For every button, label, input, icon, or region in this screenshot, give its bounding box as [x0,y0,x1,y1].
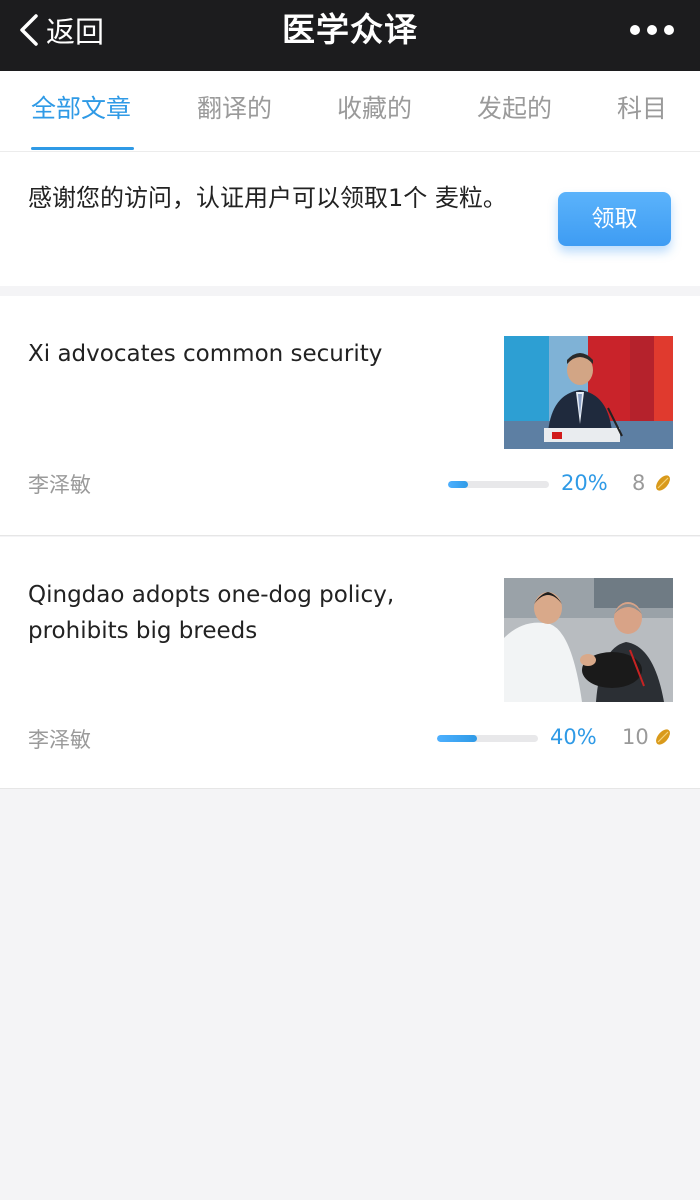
progress-percent: 20% [561,471,608,495]
tab-favorites[interactable]: 收藏的 [337,71,412,152]
wheat-grain-icon [656,475,670,491]
top-nav-bar: 返回 医学众译 [0,0,700,71]
article-thumbnail [504,578,673,702]
article-card[interactable]: Qingdao adopts one-dog policy, prohibits… [0,537,700,789]
tab-initiated[interactable]: 发起的 [477,71,552,152]
page-title: 医学众译 [282,10,418,49]
active-tab-indicator [31,147,134,150]
grain-count: 10 [622,725,649,749]
article-author: 李泽敏 [28,728,91,752]
grain-count: 8 [632,471,646,495]
claim-notice: 感谢您的访问，认证用户可以领取1个 麦粒。 领取 [0,152,700,286]
more-options-icon[interactable] [630,20,674,40]
article-title: Xi advocates common security [28,341,383,367]
notice-text: 感谢您的访问，认证用户可以领取1个 麦粒。 [28,184,507,212]
tab-all-articles[interactable]: 全部文章 [31,71,131,152]
tab-subjects[interactable]: 科目 [617,71,667,152]
tab-translated[interactable]: 翻译的 [197,71,272,152]
tab-bar: 全部文章 翻译的 收藏的 发起的 科目 [0,71,700,152]
article-thumbnail [504,336,673,449]
translation-progress-bar [437,735,538,742]
article-author: 李泽敏 [28,473,91,497]
article-card[interactable]: Xi advocates common security 李泽敏 20% 8 [0,296,700,536]
wheat-grain-icon [656,729,670,745]
claim-button[interactable]: 领取 [558,192,671,246]
translation-progress-bar [448,481,549,488]
article-title: Qingdao adopts one-dog policy, prohibits… [28,582,395,644]
progress-percent: 40% [550,725,597,749]
